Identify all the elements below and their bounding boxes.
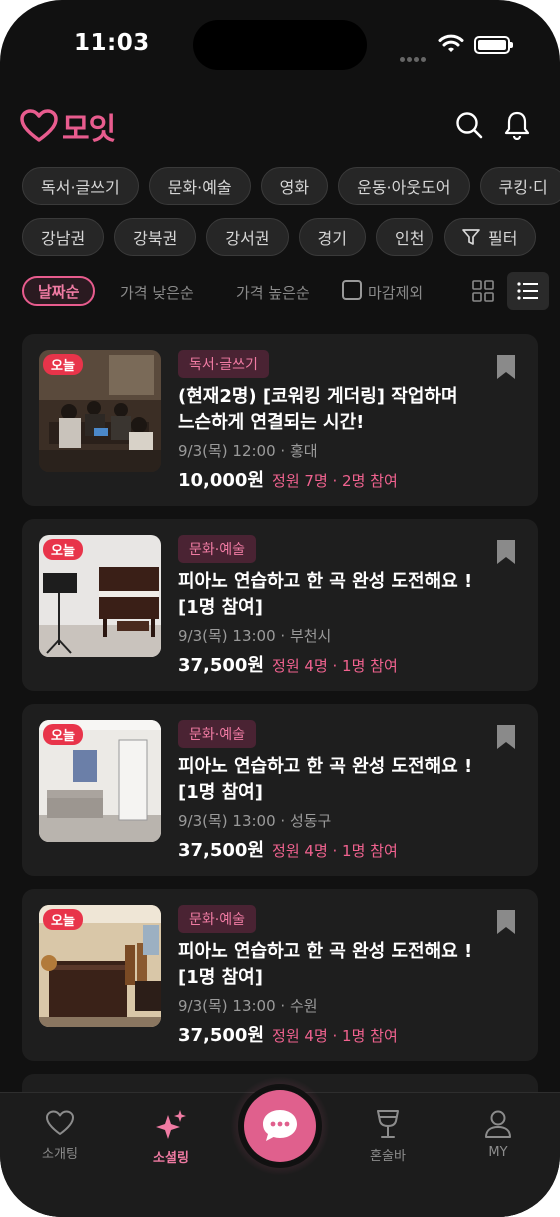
filter-icon <box>462 229 480 245</box>
nav-item-my[interactable]: MY <box>458 1109 538 1160</box>
chip-category[interactable]: 쿠킹·디 <box>479 167 560 205</box>
cocktail-icon <box>377 1110 399 1138</box>
sort-price-low-button[interactable]: 가격 낮은순 <box>120 282 194 303</box>
today-badge: 오늘 <box>43 909 83 930</box>
heart-icon <box>46 1110 74 1135</box>
category-tag: 문화·예술 <box>178 535 256 563</box>
meetup-thumbnail: 오늘 <box>39 350 161 472</box>
nav-label: 소개팅 <box>42 1147 78 1162</box>
bookmark-icon[interactable] <box>496 539 516 565</box>
status-time: 11:03 <box>74 30 150 56</box>
sort-price-high-button[interactable]: 가격 높은순 <box>236 282 310 303</box>
meetup-card[interactable]: 오늘 문화·예술 피아노 연습하고 한 곡 완성 도전해요 ! [1명 참여] … <box>22 889 538 1061</box>
meetup-price: 10,000원 <box>178 470 265 491</box>
nav-label: 혼술바 <box>370 1149 406 1164</box>
exclude-closed-label[interactable]: 마감제외 <box>368 282 423 303</box>
region-chip-row: 강남권 강북권 강서권 경기 인천 <box>22 218 434 256</box>
sparkle-icon <box>156 1110 186 1139</box>
search-icon[interactable] <box>454 110 484 140</box>
meetup-capacity: 정원 4명 · 1명 참여 <box>272 842 398 860</box>
heart-logo-icon <box>20 109 58 142</box>
meetup-price: 37,500원 <box>178 655 265 676</box>
bookmark-icon[interactable] <box>496 909 516 935</box>
meetup-capacity: 정원 7명 · 2명 참여 <box>272 472 398 490</box>
logo-text: 모잇 <box>62 112 116 147</box>
nav-label: MY <box>488 1145 508 1160</box>
meetup-price-row: 37,500원 정원 4명 · 1명 참여 <box>178 836 398 862</box>
status-bar: 11:03 <box>0 0 560 90</box>
meetup-card[interactable]: 오늘 문화·예술 피아노 연습하고 한 곡 완성 도전해요 ! [1명 참여] … <box>22 704 538 876</box>
nav-item-dating[interactable]: 소개팅 <box>20 1109 100 1162</box>
battery-icon <box>474 36 513 54</box>
signal-icon <box>400 47 428 66</box>
meetup-datetime-location: 9/3(목) 13:00 · 수원 <box>178 997 318 1015</box>
meetup-thumbnail: 오늘 <box>39 905 161 1027</box>
wifi-icon <box>438 34 464 52</box>
phone-screen: 11:03 모잇 독서·글쓰기 문화·예술 영화 운동·아웃도어 쿠킹·디 강남… <box>0 0 560 1217</box>
nav-item-socialing[interactable]: 소셜링 <box>131 1109 211 1166</box>
sort-date-button[interactable]: 날짜순 <box>22 276 96 306</box>
meetup-thumbnail: 오늘 <box>39 535 161 657</box>
person-icon <box>485 1110 511 1138</box>
chat-fab-button[interactable] <box>238 1084 322 1168</box>
chip-region[interactable]: 강북권 <box>114 218 197 256</box>
category-chip-row: 독서·글쓰기 문화·예술 영화 운동·아웃도어 쿠킹·디 <box>22 167 560 205</box>
meetup-datetime-location: 9/3(목) 13:00 · 성동구 <box>178 812 332 830</box>
sort-row: 날짜순 가격 낮은순 가격 높은순 마감제외 <box>22 272 549 310</box>
meetup-title: (현재2명) [코워킹 게더링] 작업하며 느슨하게 연결되는 시간! <box>178 386 458 433</box>
exclude-closed-checkbox[interactable] <box>342 280 362 300</box>
category-tag: 문화·예술 <box>178 905 256 933</box>
meetup-thumbnail: 오늘 <box>39 720 161 842</box>
nav-item-bar[interactable]: 혼술바 <box>348 1109 428 1164</box>
chat-bubble-icon <box>263 1110 297 1141</box>
chip-category[interactable]: 운동·아웃도어 <box>338 167 470 205</box>
grid-view-icon[interactable] <box>472 280 494 302</box>
meetup-price-row: 37,500원 정원 4명 · 1명 참여 <box>178 1021 398 1047</box>
dynamic-island <box>193 20 367 70</box>
meetup-title: 피아노 연습하고 한 곡 완성 도전해요 ! [1명 참여] <box>178 941 473 988</box>
meetup-title: 피아노 연습하고 한 곡 완성 도전해요 ! [1명 참여] <box>178 756 473 803</box>
meetup-datetime-location: 9/3(목) 12:00 · 홍대 <box>178 442 318 460</box>
category-tag: 문화·예술 <box>178 720 256 748</box>
chip-region[interactable]: 강서권 <box>206 218 289 256</box>
list-view-button[interactable] <box>507 272 549 310</box>
chat-fab-inner <box>244 1090 316 1162</box>
chip-region[interactable]: 인천 <box>375 218 434 256</box>
meetup-title: 피아노 연습하고 한 곡 완성 도전해요 ! [1명 참여] <box>178 571 473 618</box>
meetup-price-row: 10,000원 정원 7명 · 2명 참여 <box>178 466 398 492</box>
nav-label: 소셜링 <box>153 1151 189 1166</box>
chip-region[interactable]: 강남권 <box>22 218 105 256</box>
filter-label: 필터 <box>488 229 518 248</box>
category-tag: 독서·글쓰기 <box>178 350 269 378</box>
meetup-card[interactable]: 오늘 문화·예술 피아노 연습하고 한 곡 완성 도전해요 ! [1명 참여] … <box>22 519 538 691</box>
meetup-price-row: 37,500원 정원 4명 · 1명 참여 <box>178 651 398 677</box>
meetup-price: 37,500원 <box>178 1025 265 1046</box>
app-logo[interactable]: 모잇 <box>20 104 116 148</box>
meetup-datetime-location: 9/3(목) 13:00 · 부천시 <box>178 627 332 645</box>
chip-region[interactable]: 경기 <box>298 218 366 256</box>
meetup-capacity: 정원 4명 · 1명 참여 <box>272 657 398 675</box>
meetup-card[interactable]: 오늘 독서·글쓰기 (현재2명) [코워킹 게더링] 작업하며 느슨하게 연결되… <box>22 334 538 506</box>
chip-category[interactable]: 영화 <box>260 167 329 205</box>
chip-category[interactable]: 문화·예술 <box>148 167 251 205</box>
today-badge: 오늘 <box>43 724 83 745</box>
app-header: 모잇 <box>20 104 540 148</box>
chip-category[interactable]: 독서·글쓰기 <box>22 167 139 205</box>
bookmark-icon[interactable] <box>496 724 516 750</box>
today-badge: 오늘 <box>43 354 83 375</box>
filter-button[interactable]: 필터 <box>444 218 537 256</box>
today-badge: 오늘 <box>43 539 83 560</box>
list-view-icon <box>517 282 538 300</box>
bell-icon[interactable] <box>502 110 532 140</box>
meetup-price: 37,500원 <box>178 840 265 861</box>
bookmark-icon[interactable] <box>496 354 516 380</box>
meetup-capacity: 정원 4명 · 1명 참여 <box>272 1027 398 1045</box>
